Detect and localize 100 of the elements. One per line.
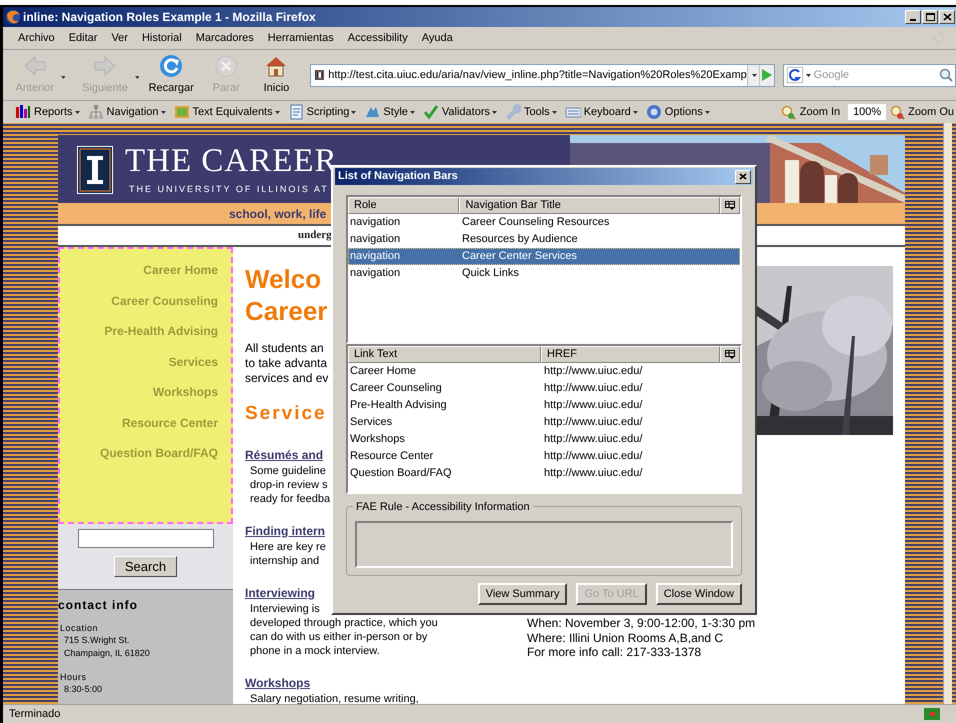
column-picker-button[interactable] [720,197,740,214]
section-text: Salary negotiation, resume writing, [250,692,419,704]
caret-icon [274,110,280,114]
tagline: school, work, life [229,206,326,222]
toolbar-menu[interactable]: Navigation [88,104,166,120]
table-row[interactable]: Resource Center http://www.uiuc.edu/ [348,448,740,465]
table-row[interactable]: Career Home http://www.uiuc.edu/ [348,363,740,380]
section-text: Interviewing is developed through practice, which you can do with us either in-person or by phone in a mock interview. [250,602,438,658]
stop-icon [214,54,238,78]
menu-item[interactable]: Historial [142,30,182,46]
contact-detail: 8:30-5:00 [63,683,104,696]
toolbar-menu[interactable]: Options [646,104,710,120]
toolbar-menu[interactable]: Validators [422,104,497,120]
contact-detail: 715 S.Wright St. Champaign, IL 61820 [63,634,151,660]
page-icon [288,104,304,120]
zoom-level-field[interactable]: 100% [848,104,886,120]
caret-icon [704,110,710,114]
search-field[interactable]: Google [782,64,956,86]
table-row[interactable]: Pre-Health Advising http://www.uiuc.edu/ [348,397,740,414]
subnav-link[interactable]: underg [298,227,332,244]
toolbar-menu[interactable]: Reports [15,104,80,120]
column-header[interactable]: HREF [541,346,720,363]
contact-label: Location [59,623,100,634]
status-text: Terminado [9,706,62,722]
menu-item[interactable]: Accessibility [348,30,408,46]
section-link[interactable]: Résumés and [245,446,324,464]
column-header[interactable]: Navigation Bar Title [459,197,720,214]
maximize-icon [926,13,934,21]
dialog-button[interactable]: Close Window [656,583,742,605]
menu-item[interactable]: Herramientas [268,30,334,46]
site-title: THE CAREER [125,143,338,179]
table-row[interactable]: navigation Quick Links [348,265,740,282]
caret-icon [806,74,811,76]
menu-item[interactable]: Archivo [18,30,55,46]
browser-logo-icon [5,9,21,25]
intro-paragraph: All students an to take advanta services and ev [245,341,328,386]
zoom-in-icon [780,104,796,120]
table-row[interactable]: navigation Resources by Audience [348,231,740,248]
page-heading: Welco Career [245,263,328,327]
toolbar-menu[interactable]: Text Equivalents [174,104,280,120]
menu-item[interactable]: Editar [68,30,98,46]
home-button[interactable]: Inicio [259,54,294,96]
section-text: Some guideline drop-in review s ready for feedba [250,464,330,506]
caret-icon [74,110,80,114]
table-row[interactable]: navigation Career Counseling Resources [348,214,740,231]
sitemap-icon [88,104,104,120]
bar-chart-icon [15,104,31,120]
checkmark-icon [422,104,439,120]
search-button[interactable]: Search [114,556,178,577]
close-button[interactable] [939,10,955,24]
table-row[interactable]: Career Counseling http://www.uiuc.edu/ [348,380,740,397]
caret-icon [351,110,356,114]
column-picker-button[interactable] [720,346,740,363]
section-link[interactable]: Finding intern [245,522,325,540]
menu-item[interactable]: Ver [111,30,128,46]
column-picker-icon [725,350,736,359]
toolbar-menu[interactable]: Scripting [288,104,356,120]
toolbar-menu[interactable]: Keyboard [564,104,638,120]
contact-label: Hours [59,672,88,683]
table-row[interactable]: Services http://www.uiuc.edu/ [348,414,740,431]
menu-item[interactable]: Marcadores [196,30,254,46]
address-field[interactable]: http://test.cita.uiuc.edu/aria/nav/view_inline.php?title=Navigation%20Roles%20Examp [310,64,775,86]
close-button[interactable] [735,170,751,184]
table-row[interactable]: Question Board/FAQ http://www.uiuc.edu/ [348,465,740,482]
search-input[interactable]: Google [814,66,939,84]
minimize-button[interactable] [905,10,921,24]
table-row[interactable]: navigation Career Center Services [348,248,740,265]
zoom-in-button[interactable]: Zoom In [780,104,840,120]
wrench-icon [505,104,521,120]
image-icon [174,104,190,120]
section-heading: Service [245,402,327,426]
search-input[interactable] [78,529,214,548]
column-header[interactable]: Role [348,197,460,214]
menu-item[interactable]: Ayuda [422,30,453,46]
column-picker-icon [725,201,736,210]
caret-icon [134,76,140,78]
section-link[interactable]: Interviewing [245,584,316,602]
dialog-button[interactable]: View Summary [478,583,568,605]
site-icon [314,68,324,82]
column-logo-icon [77,146,113,194]
reload-button[interactable]: Recargar [147,54,196,96]
column-header[interactable]: Link Text [348,346,542,363]
contact-heading: contact info [58,597,139,614]
zoom-out-button[interactable]: Zoom Ou [890,104,954,120]
reload-icon [159,54,184,78]
window-title: inline: Navigation Roles Example 1 - Mozilla Firefox [23,9,317,26]
toolbar-menu[interactable]: Style [364,104,415,120]
caret-icon [492,110,497,114]
toolbar-menu[interactable]: Tools [505,104,557,120]
section-text: Here are key re internship and [250,540,326,568]
dropdown-button[interactable] [746,64,760,86]
section-link[interactable]: Workshops [245,674,310,692]
close-icon [942,13,952,21]
caret-icon [552,110,557,114]
scrollbar[interactable] [943,123,952,704]
close-icon [739,173,747,180]
caret-icon [60,76,66,78]
dialog-title: List of Navigation Bars [338,169,459,184]
table-row[interactable]: Workshops http://www.uiuc.edu/ [348,431,740,448]
maximize-button[interactable] [922,10,938,24]
